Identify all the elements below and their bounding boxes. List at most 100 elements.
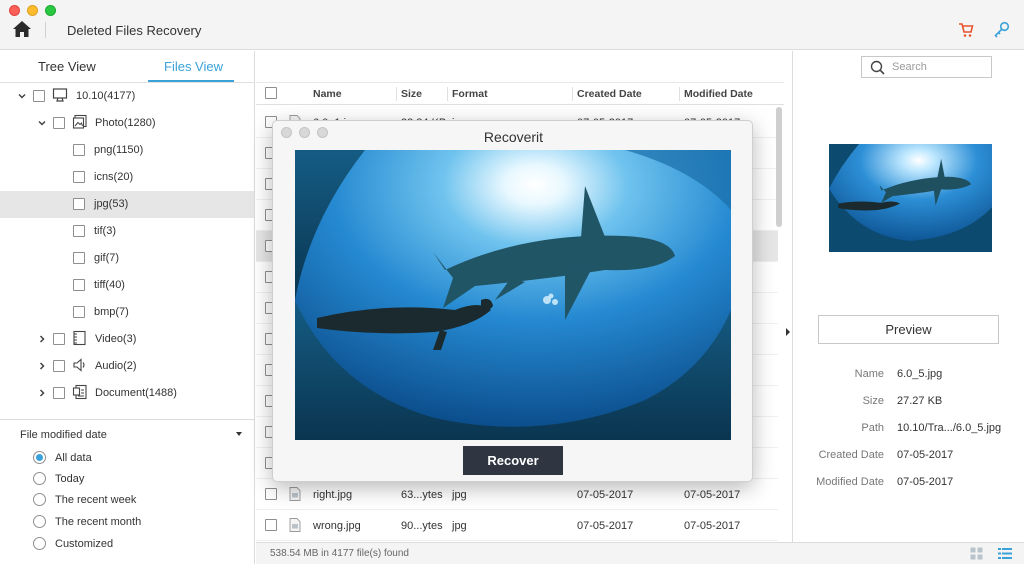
column-divider [679, 87, 680, 101]
column-header-created[interactable]: Created Date [577, 88, 642, 100]
tree-item-label: Photo(1280) [95, 117, 156, 129]
tree-checkbox[interactable] [53, 333, 65, 345]
recoverit-preview-dialog: Recoverit Recover [272, 120, 753, 482]
tree-item-tif[interactable]: tif(3) [0, 218, 254, 245]
tree-checkbox[interactable] [73, 306, 85, 318]
radio-button[interactable] [33, 472, 46, 485]
select-all-checkbox[interactable] [265, 87, 277, 99]
file-size: 63...ytes [401, 489, 443, 501]
tree-checkbox[interactable] [73, 279, 85, 291]
search-box[interactable] [861, 56, 992, 78]
tab-files-view[interactable]: Files View [164, 59, 223, 74]
radio-all-data[interactable]: All data [0, 448, 254, 468]
chevron-right-icon[interactable] [37, 388, 47, 398]
info-value-path: 10.10/Tra.../6.0_5.jpg [897, 422, 1002, 434]
grid-view-icon[interactable] [970, 547, 983, 560]
tree-item-jpg[interactable]: jpg(53) [0, 191, 254, 218]
tree-item-bmp[interactable]: bmp(7) [0, 299, 254, 326]
file-checkbox[interactable] [265, 488, 277, 500]
key-icon[interactable] [994, 21, 1010, 39]
tree-checkbox[interactable] [73, 198, 85, 210]
info-label-path: Path [861, 422, 884, 434]
home-icon[interactable] [12, 20, 32, 38]
tree-item-photo[interactable]: Photo(1280) [0, 110, 254, 137]
info-value-name: 6.0_5.jpg [897, 368, 943, 380]
tree-item-root[interactable]: 10.10(4177) [0, 83, 254, 110]
tree-checkbox[interactable] [73, 144, 85, 156]
tree-item-audio[interactable]: Audio(2) [0, 353, 254, 380]
search-input[interactable] [892, 59, 988, 75]
column-header-size[interactable]: Size [401, 88, 422, 100]
tree-checkbox[interactable] [33, 90, 45, 102]
list-view-icon[interactable] [998, 547, 1012, 560]
chevron-right-icon[interactable] [37, 361, 47, 371]
info-label-modified: Modified Date [816, 476, 884, 488]
radio-button[interactable] [33, 493, 46, 506]
tree-checkbox[interactable] [73, 225, 85, 237]
tree-checkbox[interactable] [53, 117, 65, 129]
chevron-right-icon[interactable] [37, 334, 47, 344]
computer-icon [52, 88, 68, 102]
tree-item-video[interactable]: Video(3) [0, 326, 254, 353]
chevron-down-icon[interactable] [235, 431, 243, 437]
info-label-name: Name [854, 368, 884, 380]
chevron-down-icon[interactable] [37, 118, 47, 128]
radio-today[interactable]: Today [0, 469, 254, 489]
tree-item-label: jpg(53) [94, 198, 129, 210]
radio-customized[interactable]: Customized [0, 534, 254, 554]
tree-item-label: bmp(7) [94, 306, 129, 318]
date-filter: File modified date All data Today The re… [0, 419, 254, 564]
preview-button[interactable]: Preview [818, 315, 999, 344]
preview-panel [792, 51, 1024, 542]
tree-item-label: Video(3) [95, 333, 137, 345]
radio-button[interactable] [33, 537, 46, 550]
file-row[interactable]: wrong.jpg 90...ytes jpg 07-05-2017 07-05-201… [256, 510, 778, 541]
info-label-created: Created Date [818, 449, 884, 461]
column-header-format[interactable]: Format [452, 88, 488, 100]
collapse-panel-icon[interactable] [784, 327, 792, 337]
window-close-button[interactable] [9, 5, 20, 16]
column-divider [572, 87, 573, 101]
tree-item-label: tiff(40) [94, 279, 125, 291]
tree-item-gif[interactable]: gif(7) [0, 245, 254, 272]
window-zoom-button[interactable] [45, 5, 56, 16]
file-format: jpg [452, 489, 467, 501]
radio-recent-week[interactable]: The recent week [0, 490, 254, 510]
tree-item-label: 10.10(4177) [76, 90, 136, 102]
radio-button[interactable] [33, 451, 46, 464]
file-format: jpg [452, 520, 467, 532]
radio-recent-month[interactable]: The recent month [0, 512, 254, 532]
file-row[interactable]: right.jpg 63...ytes jpg 07-05-2017 07-05-201… [256, 479, 778, 510]
title-bar: Deleted Files Recovery [0, 0, 1024, 50]
column-header-modified[interactable]: Modified Date [684, 88, 753, 100]
chevron-down-icon[interactable] [17, 91, 27, 101]
radio-label: The recent week [55, 494, 137, 506]
tree-item-png[interactable]: png(1150) [0, 137, 254, 164]
vertical-scrollbar[interactable] [776, 107, 782, 227]
tree-item-label: Document(1488) [95, 387, 177, 399]
tree-item-tiff[interactable]: tiff(40) [0, 272, 254, 299]
radio-label: All data [55, 452, 92, 464]
info-value-modified: 07-05-2017 [897, 476, 954, 488]
tree-item-icns[interactable]: icns(20) [0, 164, 254, 191]
radio-button[interactable] [33, 515, 46, 528]
radio-label: The recent month [55, 516, 142, 528]
tree-item-document[interactable]: Document(1488) [0, 380, 254, 407]
column-divider [447, 87, 448, 101]
column-header-name[interactable]: Name [313, 88, 342, 100]
tree-checkbox[interactable] [73, 252, 85, 264]
recover-button[interactable]: Recover [463, 446, 563, 475]
video-icon [73, 330, 86, 346]
tree-checkbox[interactable] [53, 360, 65, 372]
tab-tree-view[interactable]: Tree View [38, 59, 96, 74]
tree-checkbox[interactable] [73, 171, 85, 183]
file-created-date: 07-05-2017 [577, 489, 634, 501]
file-checkbox[interactable] [265, 519, 277, 531]
view-tabs: Tree View Files View [0, 51, 254, 83]
tree-item-label: gif(7) [94, 252, 120, 264]
tree-checkbox[interactable] [53, 387, 65, 399]
cart-icon[interactable] [958, 22, 974, 38]
app-title: Deleted Files Recovery [67, 23, 202, 38]
filter-title[interactable]: File modified date [20, 429, 107, 441]
window-minimize-button[interactable] [27, 5, 38, 16]
